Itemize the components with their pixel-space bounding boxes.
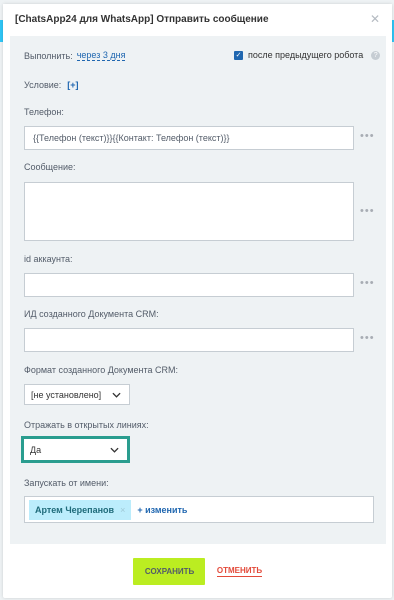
dialog-title: [ChatsApp24 для WhatsApp] Отправить сооб… bbox=[15, 13, 269, 25]
dialog-titlebar: [ChatsApp24 для WhatsApp] Отправить сооб… bbox=[3, 4, 392, 34]
condition-label: Условие: bbox=[24, 80, 62, 90]
execute-delay-link[interactable]: через 3 дня bbox=[76, 50, 126, 61]
account-id-menu-icon[interactable]: ••• bbox=[360, 277, 375, 289]
doc-format-value: [не установлено] bbox=[31, 389, 102, 400]
after-previous-checkbox[interactable]: ✓ bbox=[234, 50, 243, 60]
doc-id-input[interactable] bbox=[24, 328, 354, 352]
doc-id-menu-icon[interactable]: ••• bbox=[360, 332, 375, 344]
after-previous-label: после предыдущего робота bbox=[248, 50, 364, 60]
open-lines-label: Отражать в открытых линиях: bbox=[24, 420, 149, 430]
open-lines-value: Да bbox=[30, 444, 42, 455]
message-menu-icon[interactable]: ••• bbox=[360, 205, 375, 217]
change-user-link[interactable]: + изменить bbox=[137, 505, 187, 515]
message-textarea[interactable] bbox=[24, 182, 354, 241]
add-condition-link[interactable]: [+] bbox=[67, 80, 78, 90]
account-id-input[interactable] bbox=[24, 273, 354, 297]
doc-id-label: ИД созданного Документа CRM: bbox=[24, 309, 159, 319]
message-label: Сообщение: bbox=[24, 162, 76, 172]
save-button[interactable]: СОХРАНИТЬ bbox=[132, 557, 205, 585]
chevron-down-icon bbox=[112, 392, 121, 398]
user-tag: Артем Черепанов × bbox=[29, 499, 132, 520]
account-id-label: id аккаунта: bbox=[24, 254, 73, 264]
run-as-selector[interactable]: Артем Черепанов × + изменить bbox=[24, 496, 374, 523]
help-icon[interactable]: ? bbox=[371, 50, 381, 60]
phone-value: {{Телефон (текст)}}{{Контакт: Телефон (т… bbox=[33, 133, 230, 143]
remove-user-icon[interactable]: × bbox=[120, 505, 125, 515]
execute-row: Выполнить: через 3 дня bbox=[24, 50, 126, 61]
dialog-footer: СОХРАНИТЬ ОТМЕНИТЬ bbox=[3, 544, 392, 598]
open-lines-select[interactable]: Да bbox=[21, 436, 130, 463]
settings-panel: Выполнить: через 3 дня ✓ после предыдуще… bbox=[10, 36, 386, 544]
execute-label: Выполнить: bbox=[24, 50, 73, 61]
chevron-down-icon bbox=[110, 447, 119, 453]
close-icon[interactable]: ✕ bbox=[370, 12, 380, 26]
condition-row: Условие: [+] bbox=[24, 80, 79, 90]
phone-input[interactable]: {{Телефон (текст)}}{{Контакт: Телефон (т… bbox=[24, 126, 354, 150]
run-as-label: Запускать от имени: bbox=[24, 478, 109, 488]
phone-menu-icon[interactable]: ••• bbox=[360, 130, 375, 142]
robot-settings-dialog: [ChatsApp24 для WhatsApp] Отправить сооб… bbox=[3, 4, 392, 598]
cancel-button[interactable]: ОТМЕНИТЬ bbox=[216, 566, 263, 577]
doc-format-label: Формат созданного Документа CRM: bbox=[24, 365, 179, 375]
phone-label: Телефон: bbox=[24, 107, 64, 117]
user-tag-name: Артем Черепанов bbox=[35, 504, 115, 515]
after-previous-row: ✓ после предыдущего робота ? bbox=[234, 50, 381, 60]
doc-format-select[interactable]: [не установлено] bbox=[24, 384, 130, 405]
